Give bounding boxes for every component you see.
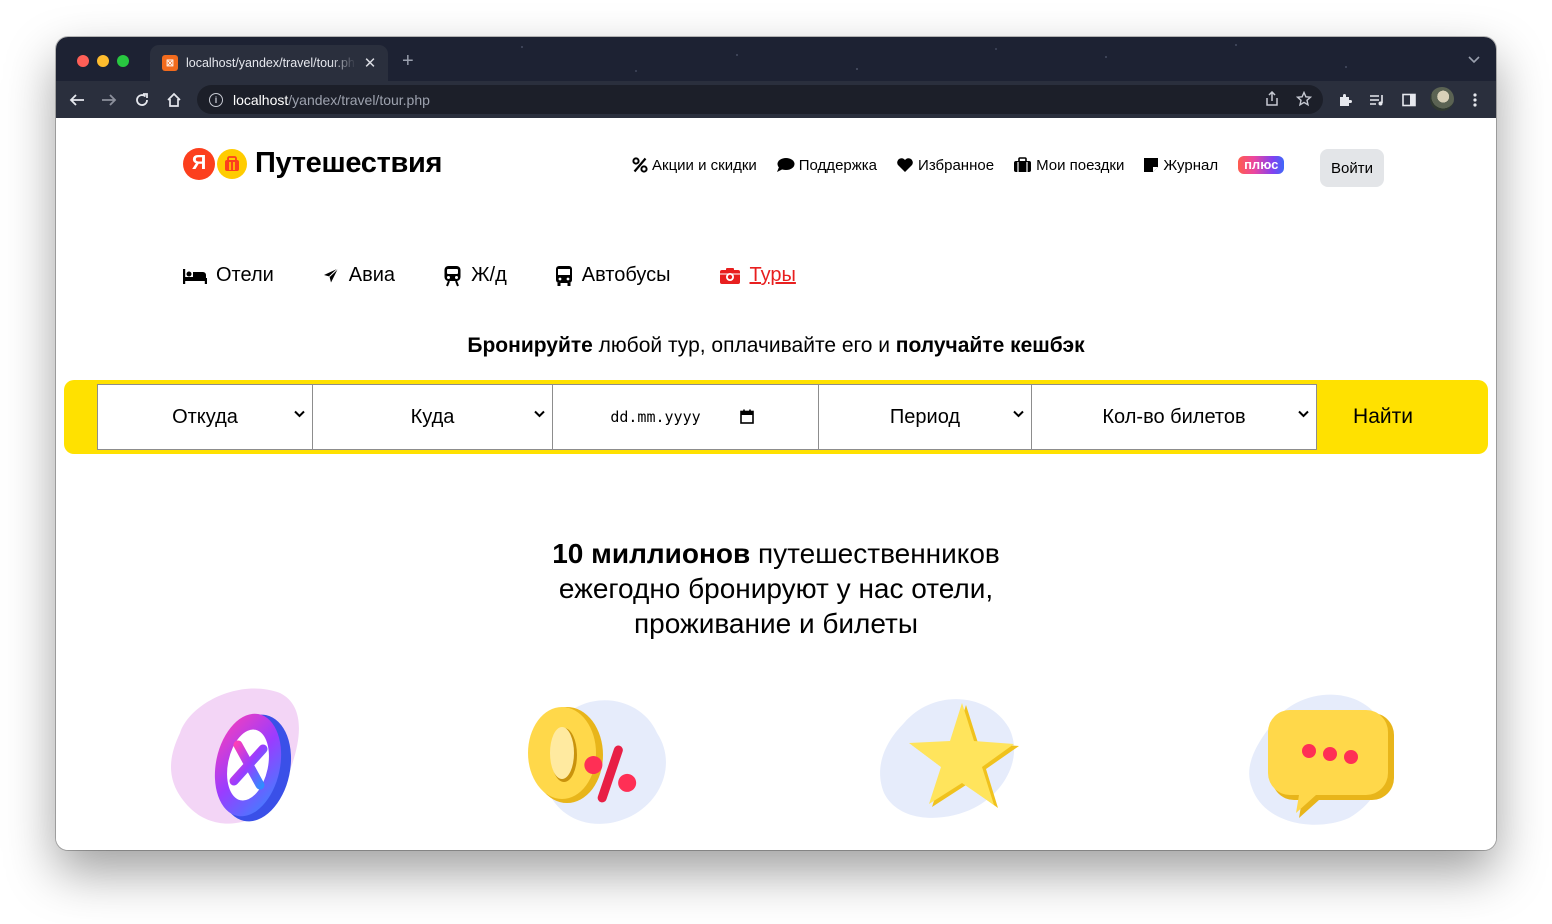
promo-line-2: ежегодно бронируют у нас отели, [558,573,994,604]
nav-support[interactable]: Поддержка [776,157,877,174]
new-tab-button[interactable]: + [402,51,414,71]
category-avia[interactable]: Авиа [322,264,395,287]
bus-icon [555,265,572,286]
period-select[interactable]: Период [818,384,1032,450]
date-input-placeholder: dd.mm.yyyy [610,408,701,426]
from-select[interactable]: Откуда [97,384,313,450]
nav-journal[interactable]: Журнал [1143,157,1218,174]
forward-arrow-icon[interactable] [96,87,122,113]
maximize-window-button[interactable] [117,55,129,67]
home-icon[interactable] [161,87,187,113]
nav-trips-label: Мои поездки [1036,156,1125,174]
top-navigation: Акции и скидки Поддержка Избранное Мои п… [632,156,1285,174]
travel-logo-icon [217,148,247,179]
nav-deals[interactable]: Акции и скидки [632,157,757,174]
category-bus-label: Автобусы [581,264,671,286]
zero-percent-icon [528,700,666,824]
media-queue-icon[interactable] [1364,87,1390,113]
promo-line-1: 10 миллионов путешественников [56,536,1496,571]
promo-bold: 10 миллионов [552,538,751,569]
url-path: /yandex/travel/tour.php [288,91,430,108]
headline-bold-2: получайте кешбэк [895,334,1085,357]
suitcase-icon [1014,157,1032,172]
logo-text: Путешествия [255,147,443,179]
browser-toolbar: i localhost/yandex/travel/tour.php [56,81,1496,118]
yandex-plus-badge[interactable]: плюс [1238,156,1285,174]
tab-search-chevron-icon[interactable] [1468,53,1480,67]
calendar-icon[interactable] [740,409,754,424]
site-logo[interactable]: Я Путешествия [183,147,442,180]
chevron-down-icon [1298,410,1309,418]
reload-icon[interactable] [129,87,155,113]
page-content: Я Путешествия Акции и скидки Поддержка И… [56,118,1496,850]
headline-bold-1: Бронируйте [467,334,593,357]
booking-headline: Бронируйте любой тур, оплачивайте его и … [56,334,1496,358]
chevron-down-icon [294,410,305,418]
date-input[interactable]: dd.mm.yyyy [552,384,819,450]
extensions-puzzle-icon[interactable] [1332,87,1358,113]
category-avia-label: Авиа [348,264,396,286]
category-bus[interactable]: Автобусы [555,264,671,287]
browser-window: ⊠ localhost/yandex/travel/tour.php ✕ + i… [56,37,1496,850]
nav-trips[interactable]: Мои поездки [1013,157,1124,174]
period-select-value: Период [889,405,961,428]
nav-journal-label: Журнал [1163,156,1219,174]
search-form: Откуда Куда dd.mm.yyyy Период Кол-во бил… [64,380,1488,454]
nav-deals-label: Акции и скидки [652,156,757,174]
side-panel-icon[interactable] [1396,87,1422,113]
minimize-window-button[interactable] [97,55,109,67]
tickets-select-value: Кол-во билетов [1102,405,1246,428]
category-hotels-label: Отели [216,264,274,286]
browser-tab[interactable]: ⊠ localhost/yandex/travel/tour.php ✕ [150,45,388,81]
tab-title: localhost/yandex/travel/tour.php [186,56,356,70]
chat-bubble-icon [1249,694,1394,825]
login-button[interactable]: Войти [1320,149,1384,187]
profile-avatar[interactable] [1430,87,1454,111]
chevron-down-icon [1013,410,1024,418]
xampp-favicon-icon: ⊠ [162,55,178,71]
share-icon[interactable] [1263,90,1281,108]
to-select-value: Куда [410,405,455,428]
headline-text: любой тур, оплачивайте его и [592,334,896,357]
chevron-down-icon [534,410,545,418]
back-arrow-icon[interactable] [64,87,90,113]
nav-support-label: Поддержка [798,156,878,174]
tours-icon [719,267,740,284]
heart-icon [897,158,913,172]
train-icon [444,265,461,286]
more-menu-icon[interactable] [1462,87,1488,113]
promo-text: 10 миллионов путешественников ежегодно б… [56,536,1496,641]
promo-line-3: проживание и билеты [634,608,918,639]
plane-icon [323,267,339,282]
search-submit-button[interactable]: Найти [1318,384,1448,450]
cancel-x-coin-icon [170,688,299,824]
service-categories: Отели Авиа Ж/д Автобусы Туры [183,264,844,287]
tab-close-icon[interactable]: ✕ [362,54,378,72]
category-tours[interactable]: Туры [719,264,796,287]
nav-favorites-label: Избранное [918,156,995,174]
star-icon [880,699,1019,818]
journal-icon [1144,158,1159,172]
from-select-value: Откуда [172,405,238,428]
tickets-select[interactable]: Кол-во билетов [1031,384,1317,450]
category-hotels[interactable]: Отели [183,264,274,287]
site-info-icon[interactable]: i [209,92,223,107]
bed-icon [183,268,207,284]
url-host: localhost [233,91,289,108]
category-tours-label: Туры [749,264,796,286]
yandex-logo-icon: Я [183,147,215,180]
close-window-button[interactable] [77,55,89,67]
promo-line-1-rest: путешественников [750,538,1000,569]
category-train[interactable]: Ж/д [443,264,507,287]
bookmark-star-icon[interactable] [1295,90,1313,108]
chat-icon [776,158,795,172]
tab-strip: ⊠ localhost/yandex/travel/tour.php ✕ + [56,37,1496,81]
nav-favorites[interactable]: Избранное [896,157,994,174]
category-train-label: Ж/д [471,264,507,286]
address-bar[interactable]: i localhost/yandex/travel/tour.php [197,85,1323,114]
percent-icon [632,157,648,173]
to-select[interactable]: Куда [312,384,553,450]
